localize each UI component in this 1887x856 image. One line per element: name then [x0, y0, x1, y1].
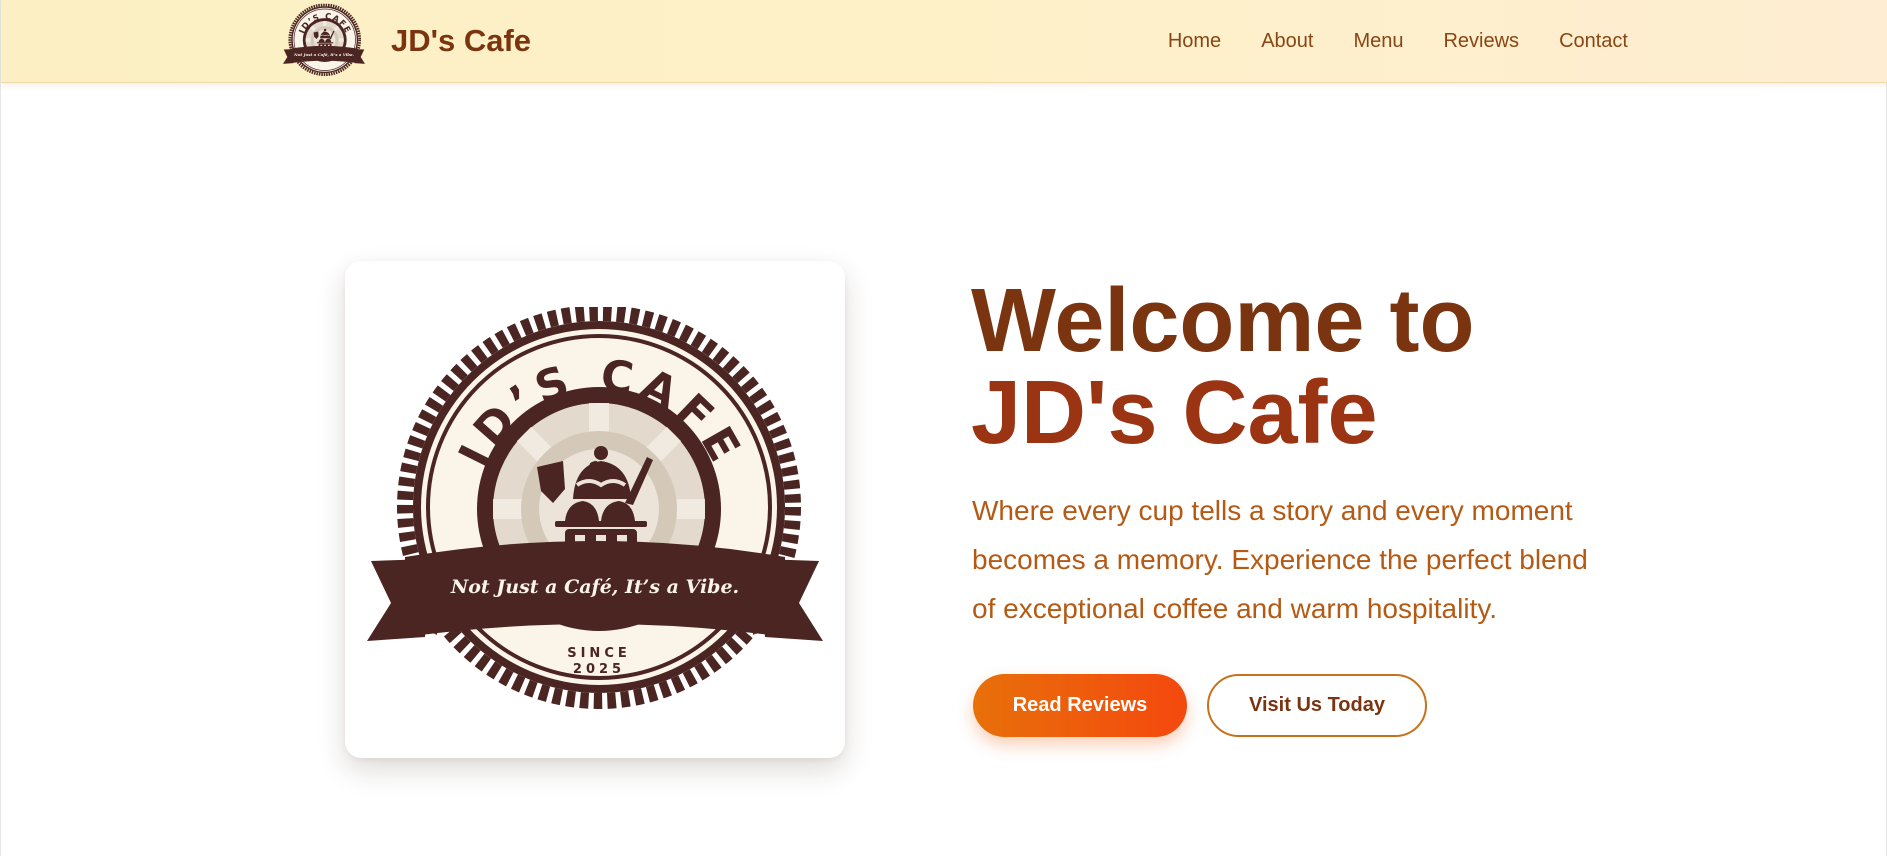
logo-tagline: Not Just a Café, It’s a Vibe.: [450, 576, 739, 598]
read-reviews-button[interactable]: Read Reviews: [973, 674, 1187, 737]
brand-link[interactable]: JD’S CAFE Not Just a Café, It’s a Vibe. …: [283, 3, 531, 79]
nav-about[interactable]: About: [1261, 30, 1313, 53]
nav-menu[interactable]: Menu: [1353, 30, 1403, 53]
main-nav: Home About Menu Reviews Contact: [1168, 0, 1628, 82]
visit-us-button[interactable]: Visit Us Today: [1207, 674, 1427, 737]
logo-since-label: SINCE: [567, 646, 631, 661]
brand-logo-icon: JD’S CAFE Not Just a Café, It’s a Vibe.: [283, 3, 365, 79]
hero-title: Welcome to JD's Cafe: [971, 275, 1474, 459]
hero-title-line2: JD's Cafe: [971, 363, 1378, 463]
logo-card: JD’S CAFE Not Just a Café, It’s a Vibe. …: [345, 261, 845, 758]
nav-contact[interactable]: Contact: [1559, 30, 1628, 53]
site-header: JD’S CAFE Not Just a Café, It’s a Vibe. …: [1, 0, 1887, 83]
brand-name: JD's Cafe: [391, 23, 532, 58]
cafe-badge-logo: JD’S CAFE Not Just a Café, It’s a Vibe. …: [367, 307, 823, 721]
hero-title-line1: Welcome to: [971, 271, 1475, 371]
nav-reviews[interactable]: Reviews: [1443, 30, 1519, 53]
page: JD’S CAFE Not Just a Café, It’s a Vibe. …: [0, 0, 1887, 856]
nav-home[interactable]: Home: [1168, 30, 1221, 53]
hero-subtitle: Where every cup tells a story and every …: [972, 495, 1588, 624]
svg-text:Not Just a Café, It’s a Vibe.: Not Just a Café, It’s a Vibe.: [293, 52, 354, 57]
logo-since-year: 2025: [573, 662, 625, 677]
